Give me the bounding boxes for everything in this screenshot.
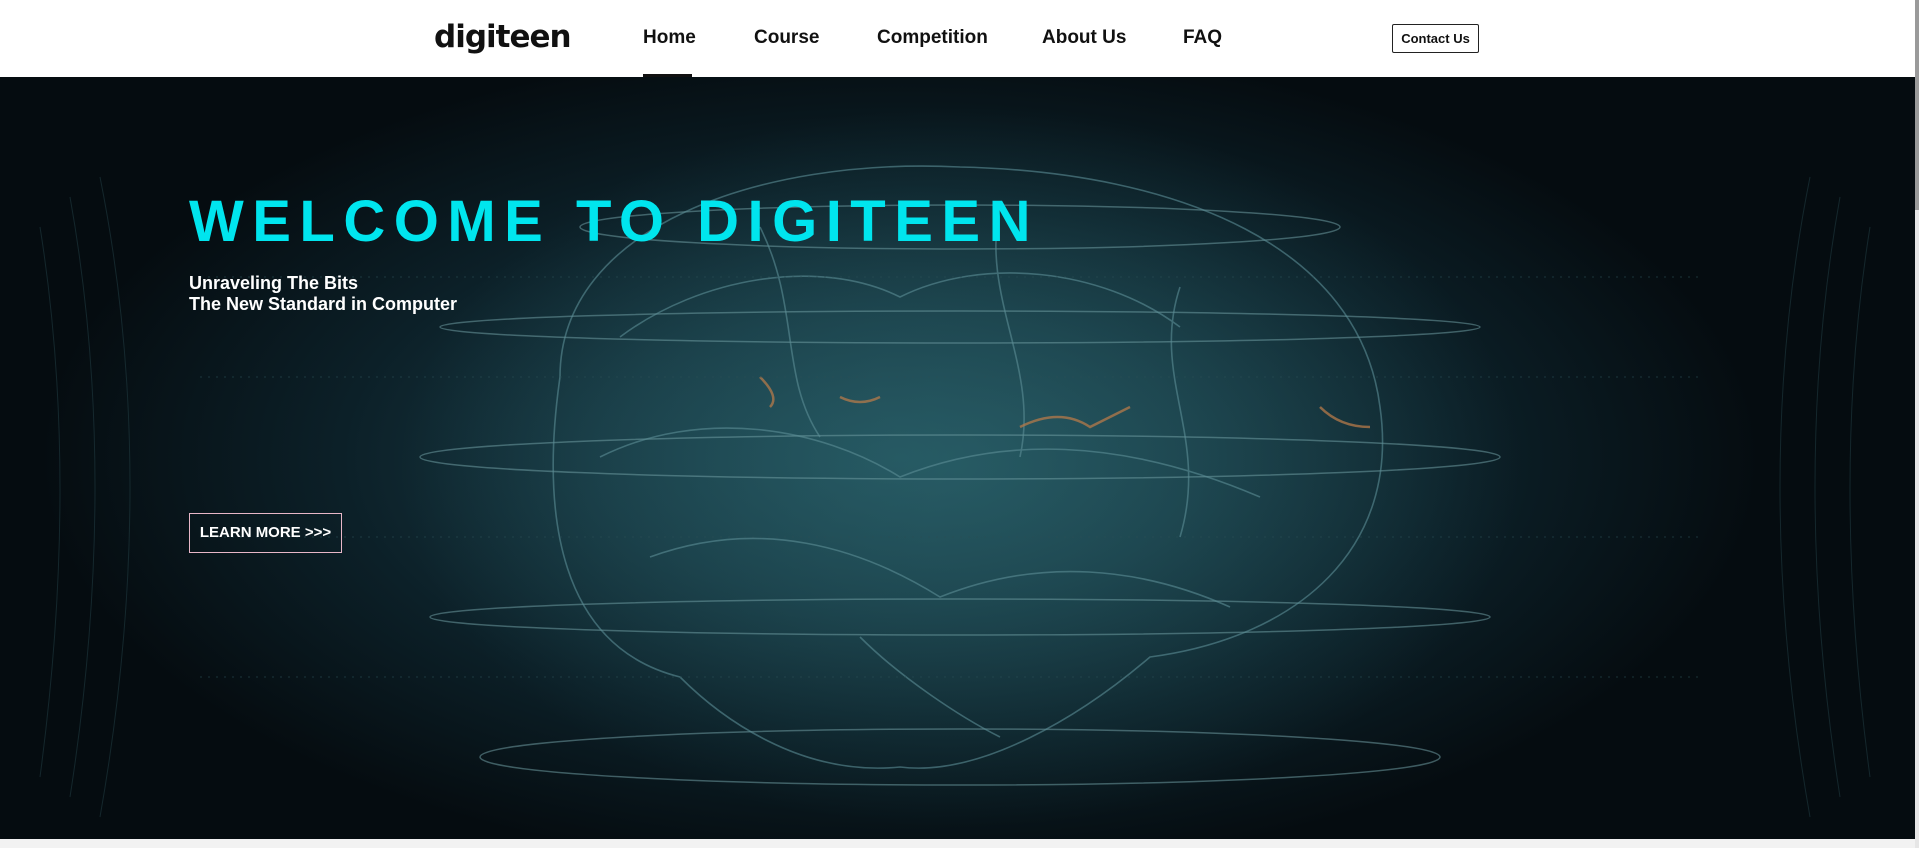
digiteen-logo[interactable]: digiteen	[434, 20, 572, 54]
learn-more-button[interactable]: LEARN MORE >>>	[189, 513, 342, 553]
scrollbar-thumb[interactable]	[1915, 0, 1919, 210]
hero-title: WELCOME TO DIGITEEN	[189, 189, 1039, 254]
nav-about-us[interactable]: About Us	[1042, 26, 1126, 50]
hero-subtitle-line2: The New Standard in Computer	[189, 294, 458, 314]
nav-competition[interactable]: Competition	[877, 26, 988, 50]
contact-us-button[interactable]: Contact Us	[1392, 24, 1479, 53]
nav-home[interactable]: Home	[643, 26, 696, 50]
hero-section: WELCOME TO DIGITEEN Unraveling The Bits …	[0, 77, 1915, 839]
nav-course[interactable]: Course	[754, 26, 819, 50]
hero-subtitle-line1: Unraveling The Bits	[189, 273, 359, 293]
nav-faq[interactable]: FAQ	[1183, 26, 1222, 50]
site-header: digiteen Home Course Competition About U…	[0, 0, 1915, 77]
